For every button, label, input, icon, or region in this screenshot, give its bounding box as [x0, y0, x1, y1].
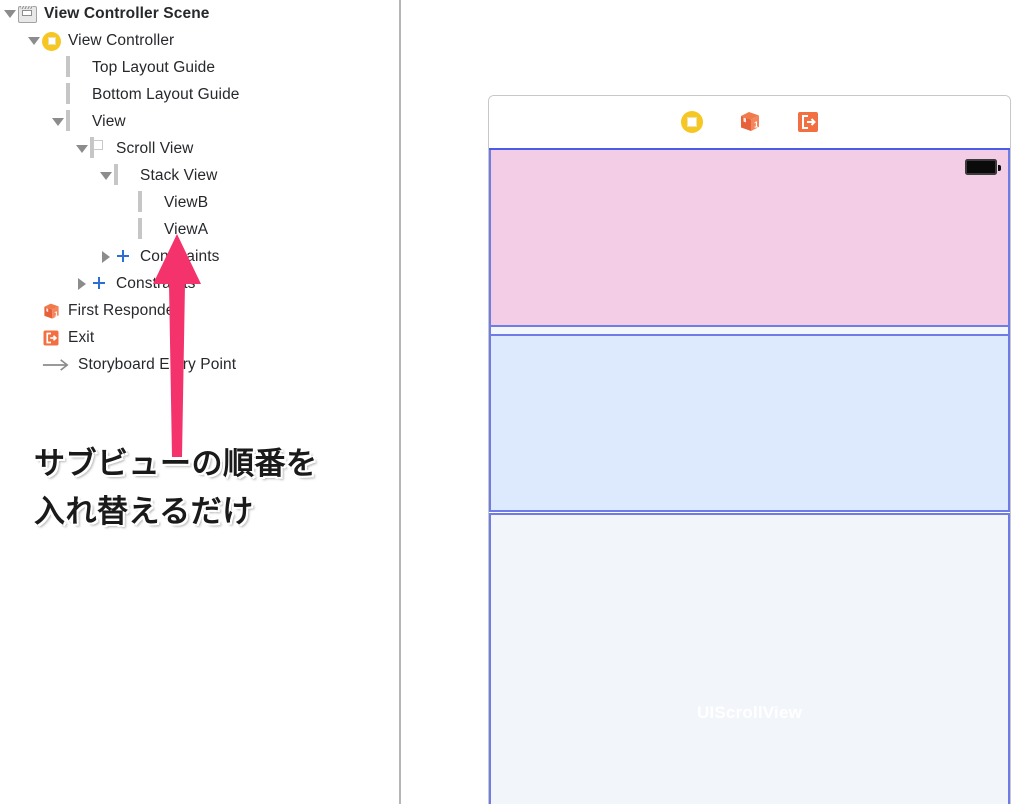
chevron-right-icon[interactable] — [98, 243, 114, 270]
chevron-right-icon[interactable] — [74, 270, 90, 297]
svg-text:1: 1 — [54, 310, 58, 318]
outline-row[interactable]: Exit — [26, 324, 94, 351]
outline-row-label: Scroll View — [116, 139, 194, 157]
view-icon — [66, 109, 86, 132]
outline-row[interactable]: Scroll View — [74, 135, 193, 162]
device-screen: UIScrollView — [489, 148, 1010, 804]
annotation-text: サブビューの順番を 入れ替えるだけ — [34, 440, 394, 536]
chevron-down-icon[interactable] — [50, 108, 66, 135]
annotation-arrow — [153, 234, 201, 457]
outline-row[interactable]: ViewB — [122, 189, 208, 216]
view-icon — [138, 190, 158, 213]
outline-row-label: Exit — [68, 328, 95, 346]
chevron-down-icon[interactable] — [98, 162, 114, 189]
exit-dock-icon[interactable] — [796, 110, 820, 134]
outline-row-label: View Controller Scene — [44, 4, 210, 22]
outline-row-label: Stack View — [140, 166, 218, 184]
battery-icon — [965, 159, 1001, 175]
view-b-rect[interactable] — [489, 150, 1010, 327]
scroll-view-rect[interactable]: UIScrollView — [489, 513, 1010, 804]
outline-row-label: Top Layout Guide — [92, 58, 216, 76]
scene-icon — [18, 4, 38, 24]
top-layout-guide-icon — [66, 55, 86, 78]
outline-row-label: Bottom Layout Guide — [92, 85, 240, 103]
view-controller-icon — [42, 31, 62, 51]
outline-row[interactable]: View Controller — [26, 27, 174, 54]
first-responder-dock-icon[interactable]: 1 — [738, 110, 762, 134]
constraints-icon — [90, 274, 110, 294]
constraints-icon — [114, 247, 134, 267]
annotation-line-1: サブビューの順番を — [34, 446, 318, 482]
chevron-down-icon[interactable] — [2, 0, 18, 27]
storyboard-canvas[interactable]: 1 UIScrollView — [401, 0, 1024, 804]
app-root: View Controller Scene View Controller Top … — [0, 0, 1024, 804]
outline-row[interactable]: Bottom Layout Guide — [50, 81, 240, 108]
outline-row-label: View — [92, 112, 126, 130]
scroll-view-label: UIScrollView — [696, 703, 803, 722]
annotation-line-2: 入れ替えるだけ — [34, 494, 254, 531]
scroll-view-icon — [90, 136, 110, 159]
stack-view-gap — [489, 327, 1010, 334]
chevron-down-icon[interactable] — [26, 27, 42, 54]
outline-row[interactable]: Top Layout Guide — [50, 54, 215, 81]
first-responder-icon: 1 — [42, 301, 62, 321]
outline-row[interactable]: View Controller Scene — [2, 0, 209, 27]
entry-point-arrow-icon — [42, 355, 72, 375]
view-controller-dock-icon[interactable] — [680, 110, 704, 134]
bottom-layout-guide-icon — [66, 82, 86, 105]
view-a-rect[interactable] — [489, 334, 1010, 512]
outline-row-label: ViewB — [164, 193, 209, 211]
device-frame: 1 UIScrollView — [488, 95, 1011, 804]
chevron-down-icon[interactable] — [74, 135, 90, 162]
stack-view-icon — [114, 163, 134, 186]
outline-row-label: View Controller — [68, 31, 175, 49]
outline-row[interactable]: View — [50, 108, 126, 135]
svg-text:1: 1 — [754, 120, 759, 129]
outline-row[interactable]: Stack View — [98, 162, 217, 189]
scene-dock[interactable]: 1 — [489, 96, 1010, 147]
exit-icon — [42, 328, 62, 348]
